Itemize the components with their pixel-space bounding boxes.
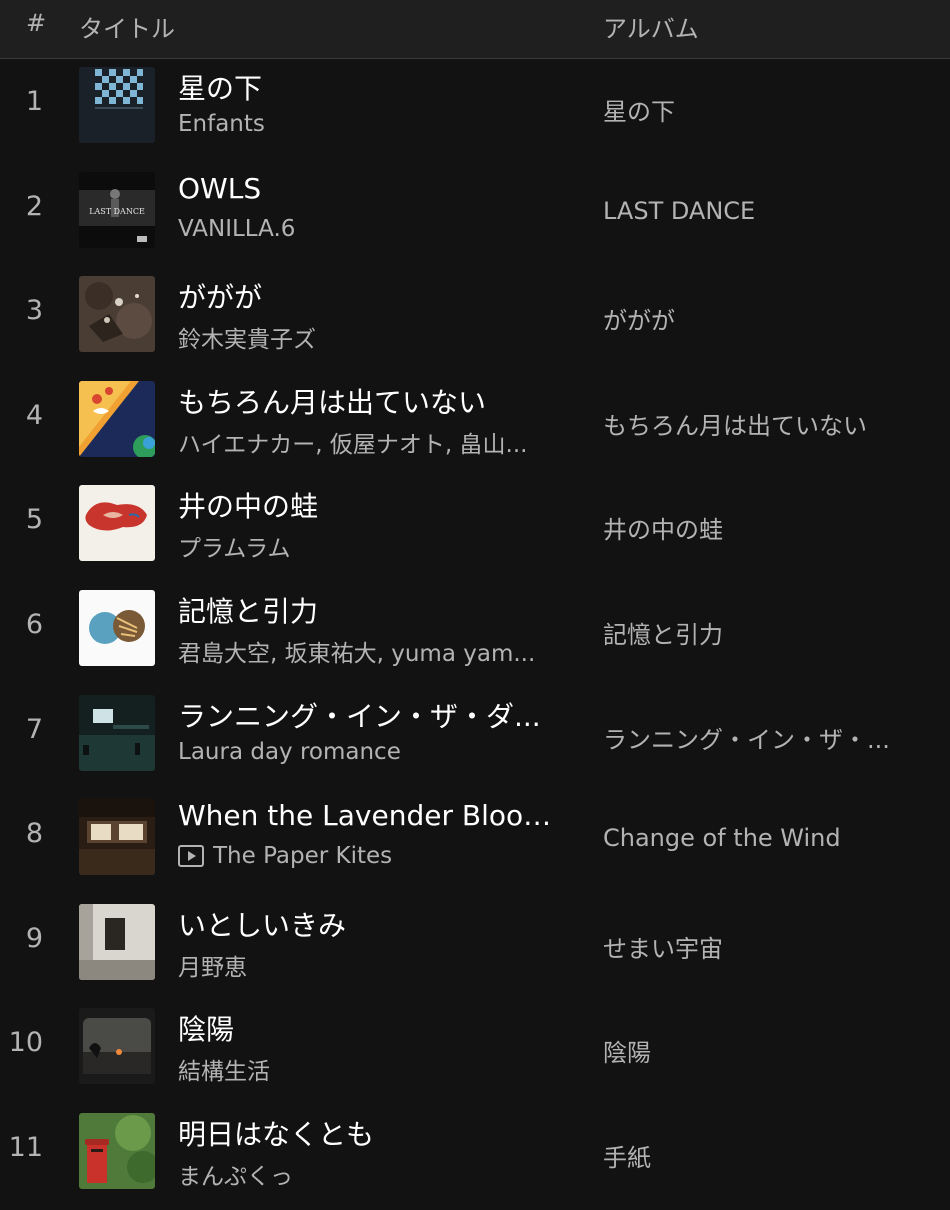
track-album[interactable]: 手紙 [603,1138,913,1173]
track-row[interactable]: 10 陰陽 結構生活 陰陽 [0,1000,950,1105]
column-header-title[interactable]: タイトル [79,9,175,44]
track-row[interactable]: 8 When the Lavender Blooms The Paper Kit… [0,791,950,896]
last-dance-cover-icon: LAST DANCE [79,171,155,248]
track-artist[interactable]: ハイエナカー, 仮屋ナオト, 畠山... [178,425,563,459]
pool-cover-icon [79,694,155,771]
album-art [79,380,155,457]
track-title[interactable]: ががが [178,276,563,316]
track-row[interactable]: 11 明日はなくとも まんぷくっ 手紙 [0,1105,950,1210]
track-artist-label[interactable]: The Paper Kites [213,843,392,869]
track-row[interactable]: 2 LAST DANCE OWLS VANILLA.6 LAST DANCE [0,164,950,269]
album-art [79,589,155,666]
track-artist[interactable]: プラムラム [178,529,563,563]
track-title[interactable]: 星の下 [178,67,563,107]
track-number: 6 [25,608,43,640]
track-album[interactable]: 星の下 [603,92,913,127]
tracklist-header: # タイトル アルバム [0,0,950,59]
track-artist-label[interactable]: Enfants [178,111,265,137]
track-artist[interactable]: VANILLA.6 [178,216,563,242]
track-title[interactable]: ランニング・イン・ザ・ダ... [178,695,563,735]
track-artist-label[interactable]: プラムラム [178,529,290,563]
checkered-cover-icon [79,67,155,143]
circles-cover-icon [79,589,155,666]
track-number: 11 [8,1131,43,1163]
track-row[interactable]: 5 井の中の蛙 プラムラム 井の中の蛙 [0,477,950,582]
column-header-album[interactable]: アルバム [603,9,699,44]
column-header-number: # [26,9,47,37]
track-number: 1 [25,86,43,117]
red-blot-cover-icon [79,485,155,562]
room-cover-icon [79,903,155,980]
track-artist[interactable]: 月野恵 [178,948,563,982]
track-row[interactable]: 7 ランニング・イン・ザ・ダ... Laura day romance ランニン… [0,687,950,792]
rubble-cover-icon [79,276,155,353]
track-row[interactable]: 1 星の下 Enfants 星の下 [0,59,950,164]
track-artist-label[interactable]: 君島大空, 坂東祐大, yuma yam... [178,634,535,668]
track-row[interactable]: 4 もちろん月は出ていない ハイエナカー, 仮屋ナオト, 畠山... もちろん月… [0,373,950,478]
last-dance-cover-text: LAST DANCE [89,207,145,216]
track-artist[interactable]: 鈴木実貴子ズ [178,320,563,354]
track-artist[interactable]: Laura day romance [178,739,563,765]
album-art [79,485,155,562]
track-title[interactable]: 井の中の蛙 [178,485,563,525]
track-number: 3 [25,295,43,327]
album-art [79,799,155,876]
postbox-cover-icon [79,1112,155,1189]
album-art [79,1112,155,1189]
track-album[interactable]: ががが [603,301,913,336]
track-row[interactable]: 3 ががが 鈴木実貴子ズ ががが [0,268,950,373]
track-row[interactable]: 6 記憶と引力 君島大空, 坂東祐大, yuma yam... 記憶と引力 [0,582,950,687]
sunset-cover-icon [79,1008,155,1085]
track-album[interactable]: もちろん月は出ていない [603,406,913,441]
track-number: 7 [25,713,43,745]
album-art [79,1008,155,1085]
track-title[interactable]: 記憶と引力 [178,590,563,630]
track-title[interactable]: 陰陽 [178,1008,563,1048]
track-artist[interactable]: The Paper Kites [178,843,563,869]
album-art: LAST DANCE [79,171,155,248]
track-title[interactable]: OWLS [178,172,563,205]
track-album[interactable]: 井の中の蛙 [603,510,913,545]
track-title[interactable]: 明日はなくとも [178,1113,563,1153]
track-artist-label[interactable]: 鈴木実貴子ズ [178,320,316,354]
track-artist-label[interactable]: VANILLA.6 [178,216,295,242]
track-artist-label[interactable]: 月野恵 [178,948,247,982]
track-title[interactable]: When the Lavender Blooms [178,799,563,832]
album-art [79,694,155,771]
album-art [79,276,155,353]
track-number: 2 [25,190,43,222]
album-art [79,67,155,143]
track-artist[interactable]: 結構生活 [178,1052,563,1086]
track-number: 5 [25,504,43,536]
track-artist-label[interactable]: ハイエナカー, 仮屋ナオト, 畠山... [178,425,528,459]
track-number: 9 [25,922,43,954]
track-number: 8 [25,818,43,850]
track-artist-label[interactable]: Laura day romance [178,739,401,765]
track-album[interactable]: 陰陽 [603,1033,913,1068]
track-row[interactable]: 9 いとしいきみ 月野恵 せまい宇宙 [0,896,950,1001]
track-title[interactable]: もちろん月は出ていない [178,381,563,421]
track-album[interactable]: 記憶と引力 [603,615,913,650]
track-artist-label[interactable]: まんぷくっ [178,1157,293,1191]
track-artist[interactable]: 君島大空, 坂東祐大, yuma yam... [178,634,563,668]
track-list: 1 星の下 Enfants 星の下 2 LAST DANCE OWLS VANI… [0,59,950,1210]
track-artist[interactable]: まんぷくっ [178,1157,563,1191]
music-video-icon [178,845,204,868]
track-artist-label[interactable]: 結構生活 [178,1052,270,1086]
track-artist[interactable]: Enfants [178,111,563,137]
track-number: 10 [8,1027,43,1059]
album-art [79,903,155,980]
sign-cover-icon [79,799,155,876]
track-album[interactable]: Change of the Wind [603,824,913,852]
track-album[interactable]: LAST DANCE [603,197,913,225]
track-title[interactable]: いとしいきみ [178,904,563,944]
track-number: 4 [25,399,43,431]
track-album[interactable]: ランニング・イン・ザ・... [603,720,913,755]
pizza-cover-icon [79,380,155,457]
track-album[interactable]: せまい宇宙 [603,929,913,964]
